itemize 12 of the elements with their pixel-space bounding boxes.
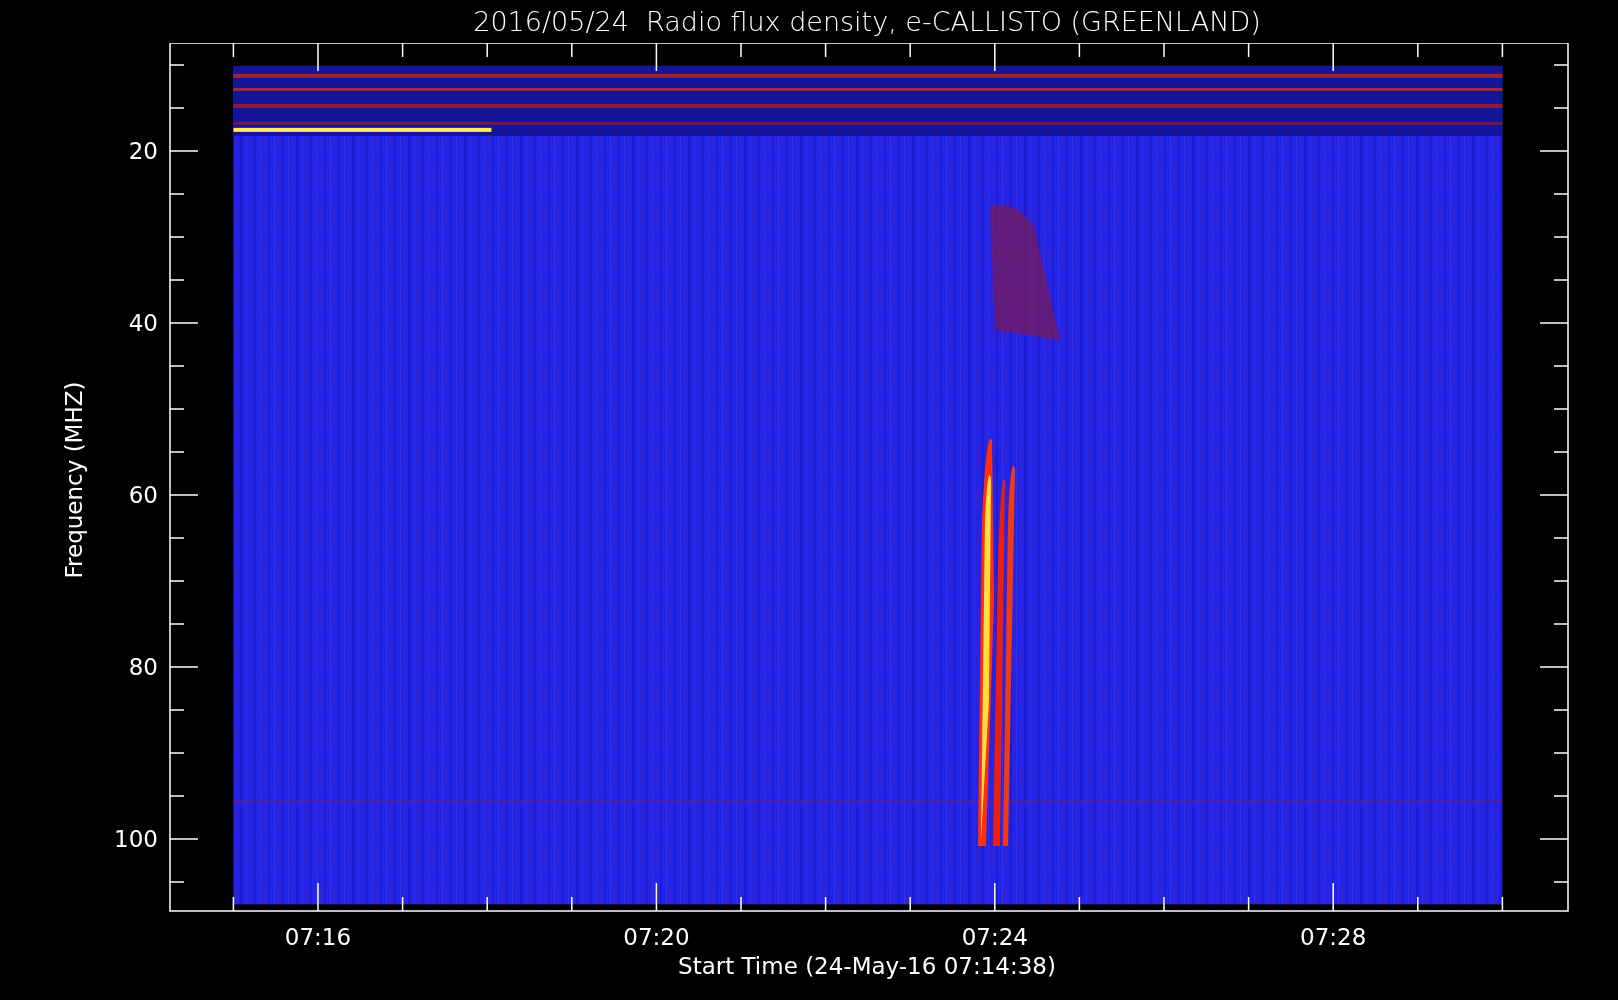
y-axis-label: Frequency (MHZ)	[61, 381, 87, 579]
x-tick-label: 07:20	[623, 924, 690, 950]
x-tick-label: 07:16	[284, 924, 352, 950]
y-tick-label: 60	[128, 482, 158, 508]
y-tick-label: 100	[114, 826, 158, 852]
x-tick-label: 07:28	[1300, 924, 1367, 950]
x-tick-label: 07:24	[961, 924, 1028, 950]
x-axis-label: Start Time (24-May-16 07:14:38)	[678, 953, 1056, 979]
y-tick-label: 20	[128, 138, 158, 164]
y-tick-label: 40	[128, 310, 158, 336]
chart-title: 2016/05/24 Radio flux density, e-CALLISTO (GREENLAND)	[473, 6, 1261, 37]
y-tick-label: 80	[128, 654, 158, 680]
